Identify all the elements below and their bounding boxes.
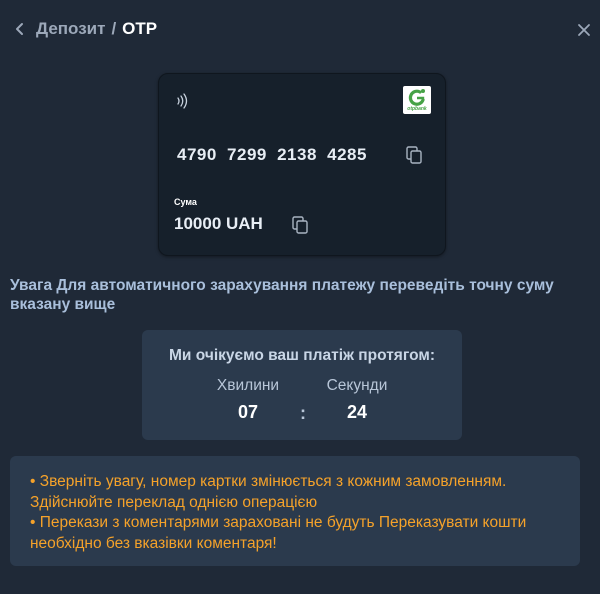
countdown-timer: Ми очікуємо ваш платіж протягом: Хвилини… — [142, 330, 462, 440]
seconds-value: 24 — [346, 402, 368, 422]
breadcrumb-parent[interactable]: Депозит — [36, 19, 105, 38]
timer-title: Ми очікуємо ваш платіж протягом: — [169, 347, 435, 364]
header: Депозит / OTP — [0, 0, 600, 60]
card-number: 4790 7299 2138 4285 — [177, 145, 367, 164]
breadcrumb-current: OTP — [122, 19, 158, 38]
minutes-value: 07 — [237, 402, 259, 422]
copy-amount-icon[interactable] — [291, 215, 309, 235]
amount-value: 10000 UAH — [174, 214, 263, 233]
close-icon[interactable] — [574, 20, 594, 40]
timer-separator: : — [300, 403, 306, 423]
warning-box: • Зверніть увагу, номер картки змінюєтьс… — [10, 456, 580, 566]
warning-line-no-comments: • Перекази з коментарями зараховані не б… — [30, 514, 527, 552]
amount-label: Сума — [174, 197, 197, 207]
warning-text: • Зверніть увагу, номер картки змінюєтьс… — [30, 472, 570, 554]
minutes-label: Хвилини — [216, 377, 280, 394]
copy-card-number-icon[interactable] — [405, 145, 423, 165]
bank-logo-text: otpbank — [407, 106, 427, 112]
seconds-label: Секунди — [326, 377, 388, 394]
breadcrumb: Депозит / OTP — [36, 19, 157, 39]
warning-line-card-changes: • Зверніть увагу, номер картки змінюєтьс… — [30, 473, 507, 511]
otp-bank-logo: otpbank — [403, 86, 431, 114]
breadcrumb-separator: / — [111, 19, 117, 38]
payment-notice: Увага Для автоматичного зарахування плат… — [10, 277, 554, 313]
chevron-left-icon[interactable] — [12, 18, 30, 40]
contactless-icon — [175, 92, 191, 110]
bank-card: otpbank 4790 7299 2138 4285 Сума 10000 U… — [158, 73, 446, 256]
